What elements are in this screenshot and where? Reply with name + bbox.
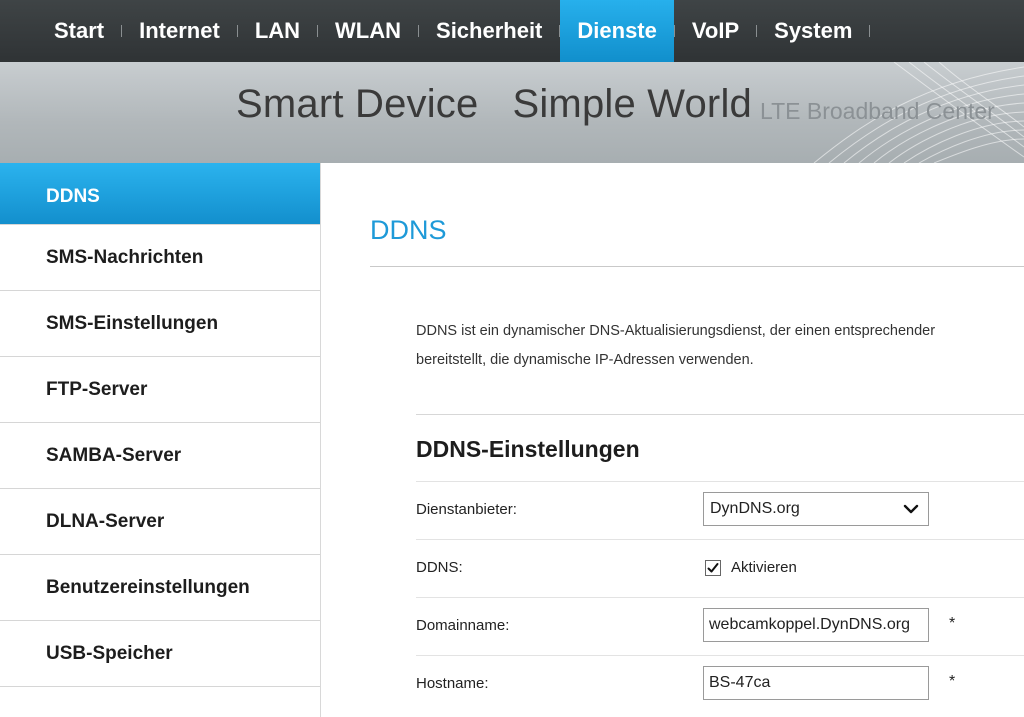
provider-row: Dienstanbieter: DynDNS.org	[416, 481, 1024, 540]
domain-label: Domainname:	[416, 617, 510, 634]
nav-label: Sicherheit	[436, 18, 543, 43]
nav-label: Start	[54, 18, 105, 43]
sidebar-item-samba-server[interactable]: SAMBA-Server	[0, 423, 320, 489]
hostname-input[interactable]	[703, 666, 929, 700]
domain-input[interactable]	[703, 608, 929, 642]
nav-label: VoIP	[691, 18, 740, 43]
provider-selected-value: DynDNS.org	[710, 500, 800, 517]
slogan-part-2: Simple World	[512, 82, 752, 126]
hostname-label: Hostname:	[416, 675, 489, 692]
sidebar-item-ftp-server[interactable]: FTP-Server	[0, 357, 320, 423]
nav-label: LAN	[254, 18, 301, 43]
ddns-row: DDNS: Aktivieren	[416, 539, 1024, 598]
sidebar: DDNS SMS-Nachrichten SMS-Einstellungen F…	[0, 163, 321, 717]
domain-row: Domainname: *	[416, 597, 1024, 656]
ddns-enable-label: Aktivieren	[731, 559, 797, 577]
nav-label: Dienste	[577, 18, 657, 43]
provider-select[interactable]: DynDNS.org	[703, 492, 929, 526]
nav-voip[interactable]: VoIP	[675, 0, 756, 62]
sidebar-item-label: USB-Speicher	[46, 642, 173, 664]
banner-subslogan: LTE Broadband Center	[760, 98, 995, 124]
nav-wlan[interactable]: WLAN	[318, 0, 418, 62]
page-title: DDNS	[370, 215, 447, 245]
sidebar-item-label: SMS-Nachrichten	[46, 246, 204, 268]
slogan-part-1: Smart Device	[236, 82, 479, 126]
ddns-enable-checkbox[interactable]	[705, 559, 721, 576]
nav-lan[interactable]: LAN	[238, 0, 317, 62]
title-divider	[370, 266, 1024, 267]
sidebar-item-benutzereinstellungen[interactable]: Benutzereinstellungen	[0, 555, 320, 621]
header-banner: Smart Device Simple World LTE Broadband C…	[0, 62, 1024, 163]
sidebar-item-label: Benutzereinstellungen	[46, 576, 250, 598]
nav-internet[interactable]: Internet	[122, 0, 237, 62]
required-marker: *	[949, 615, 956, 632]
sidebar-item-dlna-server[interactable]: DLNA-Server	[0, 489, 320, 555]
nav-start[interactable]: Start	[0, 0, 121, 62]
nav-separator	[869, 25, 871, 37]
sidebar-item-sms-einstellungen[interactable]: SMS-Einstellungen	[0, 291, 320, 357]
sidebar-item-sms-nachrichten[interactable]: SMS-Nachrichten	[0, 225, 320, 291]
nav-label: Internet	[139, 18, 220, 43]
sidebar-item-ddns[interactable]: DDNS	[0, 163, 320, 225]
sidebar-item-label: SMS-Einstellungen	[46, 312, 219, 334]
section-title: DDNS-Einstellungen	[416, 436, 640, 462]
nav-label: WLAN	[335, 18, 402, 43]
nav-label: System	[774, 18, 853, 43]
top-navigation: Start Internet LAN WLAN Sicherheit Diens…	[0, 0, 1024, 62]
nav-system[interactable]: System	[757, 0, 869, 62]
ddns-label: DDNS:	[416, 559, 463, 576]
sidebar-item-label: DDNS	[46, 186, 100, 207]
banner-slogan: Smart Device Simple World	[236, 82, 752, 127]
nav-sicherheit[interactable]: Sicherheit	[419, 0, 559, 62]
checkmark-icon	[707, 562, 719, 573]
sidebar-item-usb-speicher[interactable]: USB-Speicher	[0, 621, 320, 687]
section-divider	[416, 414, 1024, 415]
description-line: bereitstellt, die dynamische IP-Adressen…	[416, 352, 754, 368]
page-description: DDNS ist ein dynamischer DNS-Aktualisier…	[416, 317, 1024, 375]
chevron-down-icon	[903, 504, 919, 514]
sidebar-item-label: DLNA-Server	[46, 510, 165, 532]
sidebar-item-label: SAMBA-Server	[46, 444, 182, 466]
required-marker: *	[949, 673, 956, 690]
hostname-row: Hostname: *	[416, 655, 1024, 714]
provider-label: Dienstanbieter:	[416, 501, 517, 518]
main-content: DDNS DDNS ist ein dynamischer DNS-Aktual…	[321, 163, 1024, 717]
nav-dienste[interactable]: Dienste	[560, 0, 674, 62]
sidebar-item-label: FTP-Server	[46, 378, 148, 400]
description-line: DDNS ist ein dynamischer DNS-Aktualisier…	[416, 323, 936, 339]
